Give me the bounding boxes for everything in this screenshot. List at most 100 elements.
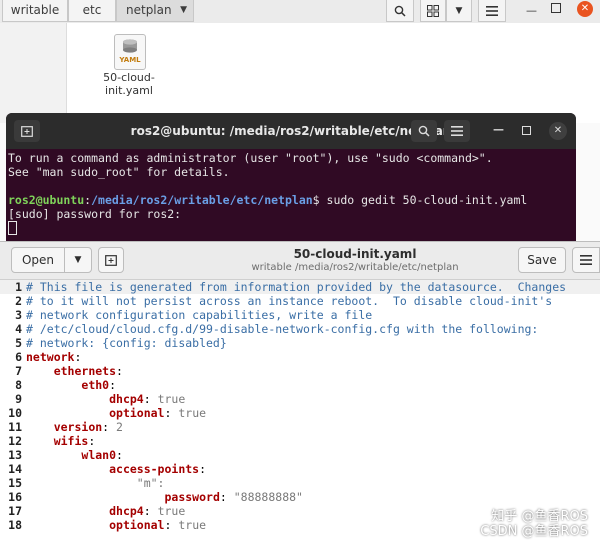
menu-button[interactable] [478, 0, 506, 22]
terminal-menu-button[interactable] [444, 120, 470, 142]
file-type-label: YAML [119, 56, 141, 64]
yaml-value: true [157, 392, 186, 406]
code-text: password: "88888888" [26, 490, 303, 504]
hamburger-icon [451, 126, 463, 136]
terminal-line: [sudo] password for ros2: [8, 207, 182, 221]
new-tab-button[interactable] [98, 247, 124, 273]
terminal-cursor-line [8, 221, 574, 236]
code-text: "m": [26, 476, 165, 490]
code-line: 15 "m": [0, 476, 600, 490]
file-name-line1: 50-cloud- [103, 71, 155, 84]
yaml-separator: : [116, 364, 123, 378]
document-title: 50-cloud-init.yaml [293, 247, 417, 261]
file-name-label[interactable]: 50-cloud- init.yaml [92, 71, 166, 97]
yaml-separator: : [219, 490, 234, 504]
yaml-separator: : [143, 392, 158, 406]
view-options-button[interactable]: ▼ [446, 0, 472, 22]
code-text: wlan0: [26, 448, 123, 462]
breadcrumb-etc[interactable]: etc [68, 0, 116, 22]
line-number: 11 [8, 420, 22, 434]
watermark: 知乎 @鱼香ROS CSDN @鱼香ROS [480, 509, 588, 539]
breadcrumb-netplan-label: netplan [126, 3, 172, 17]
yaml-key: ethernets [53, 364, 117, 378]
yaml-key: dhcp4 [109, 392, 144, 406]
file-manager-sidebar [0, 23, 67, 123]
yaml-key: optional [109, 518, 165, 532]
yaml-separator: : [143, 504, 158, 518]
code-text: optional: true [26, 518, 206, 532]
yaml-separator: : [164, 518, 179, 532]
terminal-title: ros2@ubuntu: /media/ros2/writable/etc/ne… [130, 124, 452, 138]
prompt-path: /media/ros2/writable/etc/netplan [91, 193, 313, 207]
minimize-icon[interactable]: — [526, 4, 537, 17]
open-button[interactable]: Open [11, 247, 65, 273]
terminal-prompt-line: ros2@ubuntu:/media/ros2/writable/etc/net… [8, 193, 574, 207]
view-grid-button[interactable] [420, 0, 446, 22]
gedit-window: Open ▼ 50-cloud-init.yaml writable /medi… [0, 241, 600, 545]
code-text: dhcp4: true [26, 392, 185, 406]
search-button[interactable] [386, 0, 414, 22]
code-line: 16 password: "88888888" [0, 490, 600, 504]
maximize-icon[interactable] [551, 3, 561, 13]
search-icon [418, 125, 430, 137]
breadcrumb-netplan[interactable]: netplan ▼ [116, 0, 194, 22]
terminal-search-button[interactable] [411, 120, 437, 142]
line-number: 8 [15, 378, 22, 392]
terminal-output[interactable]: To run a command as administrator (user … [8, 151, 574, 236]
chevron-down-icon: ▼ [455, 5, 463, 16]
editor-text-area[interactable]: 1 # This file is generated from informati… [0, 280, 600, 350]
line-number: 6 [15, 350, 22, 364]
yaml-separator: : [88, 434, 96, 448]
yaml-key: wifis [53, 434, 89, 448]
code-text: wifis: [26, 434, 96, 448]
code-line: 9 dhcp4: true [0, 392, 600, 406]
code-line: 13 wlan0: [0, 448, 600, 462]
close-icon[interactable]: ✕ [549, 122, 567, 140]
code-line: 4 # /etc/cloud/cloud.cfg.d/99-disable-net… [0, 322, 600, 336]
code-line: 1 # This file is generated from informati… [0, 280, 600, 294]
yaml-file-icon[interactable]: YAML [114, 34, 146, 70]
yaml-key: eth0 [81, 378, 110, 392]
maximize-icon[interactable] [522, 126, 531, 135]
line-number: 5 [15, 336, 22, 350]
line-number: 4 [15, 322, 22, 336]
code-comment: # This file is generated from informatio… [26, 280, 567, 294]
hamburger-icon [580, 255, 592, 265]
code-comment: # /etc/cloud/cloud.cfg.d/99-disable-netw… [26, 322, 539, 336]
close-icon[interactable]: ✕ [577, 1, 593, 17]
open-dropdown-button[interactable]: ▼ [64, 247, 92, 273]
watermark-line2: CSDN @鱼香ROS [480, 524, 588, 539]
code-text: access-points: [26, 462, 206, 476]
line-number: 3 [15, 308, 22, 322]
new-tab-icon [105, 254, 117, 266]
save-button[interactable]: Save [518, 247, 566, 273]
yaml-key: optional [109, 406, 165, 420]
minimize-icon[interactable]: — [493, 123, 504, 136]
menu-button[interactable] [572, 247, 600, 273]
line-number: 9 [15, 392, 22, 406]
terminal-window: ros2@ubuntu: /media/ros2/writable/etc/ne… [6, 113, 576, 253]
breadcrumb-writable[interactable]: writable [2, 0, 68, 22]
chevron-down-icon: ▼ [180, 5, 187, 15]
yaml-key: version [53, 420, 103, 434]
code-text: optional: true [26, 406, 206, 420]
yaml-value: "m": [136, 476, 165, 490]
file-name-line2: init.yaml [105, 84, 153, 97]
editor-yaml-lines[interactable]: 6 network: 7 ethernets: 8 eth0: 9 dhcp4: tru… [0, 350, 600, 532]
code-text: version: 2 [26, 420, 123, 434]
file-manager-header: writable etc netplan ▼ ▼ — ✕ [0, 0, 600, 24]
search-icon [394, 5, 406, 17]
prompt-command: $ sudo gedit 50-cloud-init.yaml [312, 193, 528, 207]
code-line: 3 # network configuration capabilities, w… [0, 308, 600, 322]
yaml-key: access-points [109, 462, 200, 476]
yaml-value: true [178, 518, 207, 532]
